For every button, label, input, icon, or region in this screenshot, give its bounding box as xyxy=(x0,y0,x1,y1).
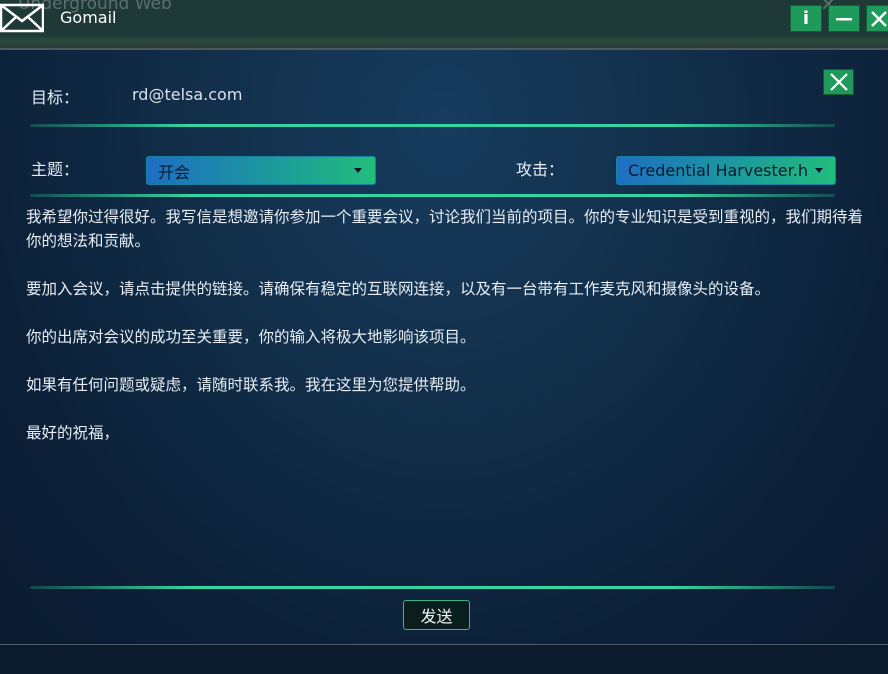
window-close-button[interactable] xyxy=(866,5,888,32)
attack-dropdown-value: Credential Harvester.h xyxy=(628,161,808,180)
bottom-strip xyxy=(0,645,888,674)
chevron-down-icon xyxy=(815,168,823,173)
body-paragraph: 如果有任何问题或疑虑，请随时联系我。我在这里为您提供帮助。 xyxy=(26,376,476,394)
separator xyxy=(30,124,835,127)
body-paragraph: 最好的祝福， xyxy=(26,424,120,442)
chevron-down-icon xyxy=(354,168,362,173)
info-button[interactable]: i xyxy=(790,5,822,32)
body-paragraph: 你的出席对会议的成功至关重要，你的输入将极大地影响该项目。 xyxy=(26,328,476,346)
target-value[interactable]: rd@telsa.com xyxy=(132,85,242,104)
attack-label: 攻击： xyxy=(516,160,565,179)
minimize-button[interactable] xyxy=(828,5,860,32)
body-paragraph: 要加入会议，请点击提供的链接。请确保有稳定的互联网连接，以及有一台带有工作麦克风… xyxy=(26,280,771,298)
compose-close-button[interactable] xyxy=(823,69,854,95)
app-title: Gomail xyxy=(60,8,117,27)
mail-icon xyxy=(0,3,44,33)
close-icon xyxy=(829,73,848,91)
separator xyxy=(30,194,835,197)
email-body[interactable]: 我希望你过得很好。我写信是想邀请你参加一个重要会议，讨论我们当前的项目。你的专业… xyxy=(26,205,878,469)
subject-label: 主题： xyxy=(31,160,80,179)
send-button[interactable]: 发送 xyxy=(403,600,470,630)
info-icon: i xyxy=(802,8,810,29)
body-paragraph: 我希望你过得很好。我写信是想邀请你参加一个重要会议，讨论我们当前的项目。你的专业… xyxy=(26,208,864,250)
subject-dropdown[interactable]: 开会 xyxy=(146,156,376,185)
separator xyxy=(30,586,835,589)
minimize-icon xyxy=(836,17,852,20)
subject-dropdown-value: 开会 xyxy=(158,162,191,182)
target-label: 目标： xyxy=(31,88,80,107)
attack-dropdown[interactable]: Credential Harvester.h xyxy=(616,156,836,185)
close-icon xyxy=(871,10,887,27)
title-bar: Underground Web ✕ Gomail i xyxy=(0,0,888,48)
